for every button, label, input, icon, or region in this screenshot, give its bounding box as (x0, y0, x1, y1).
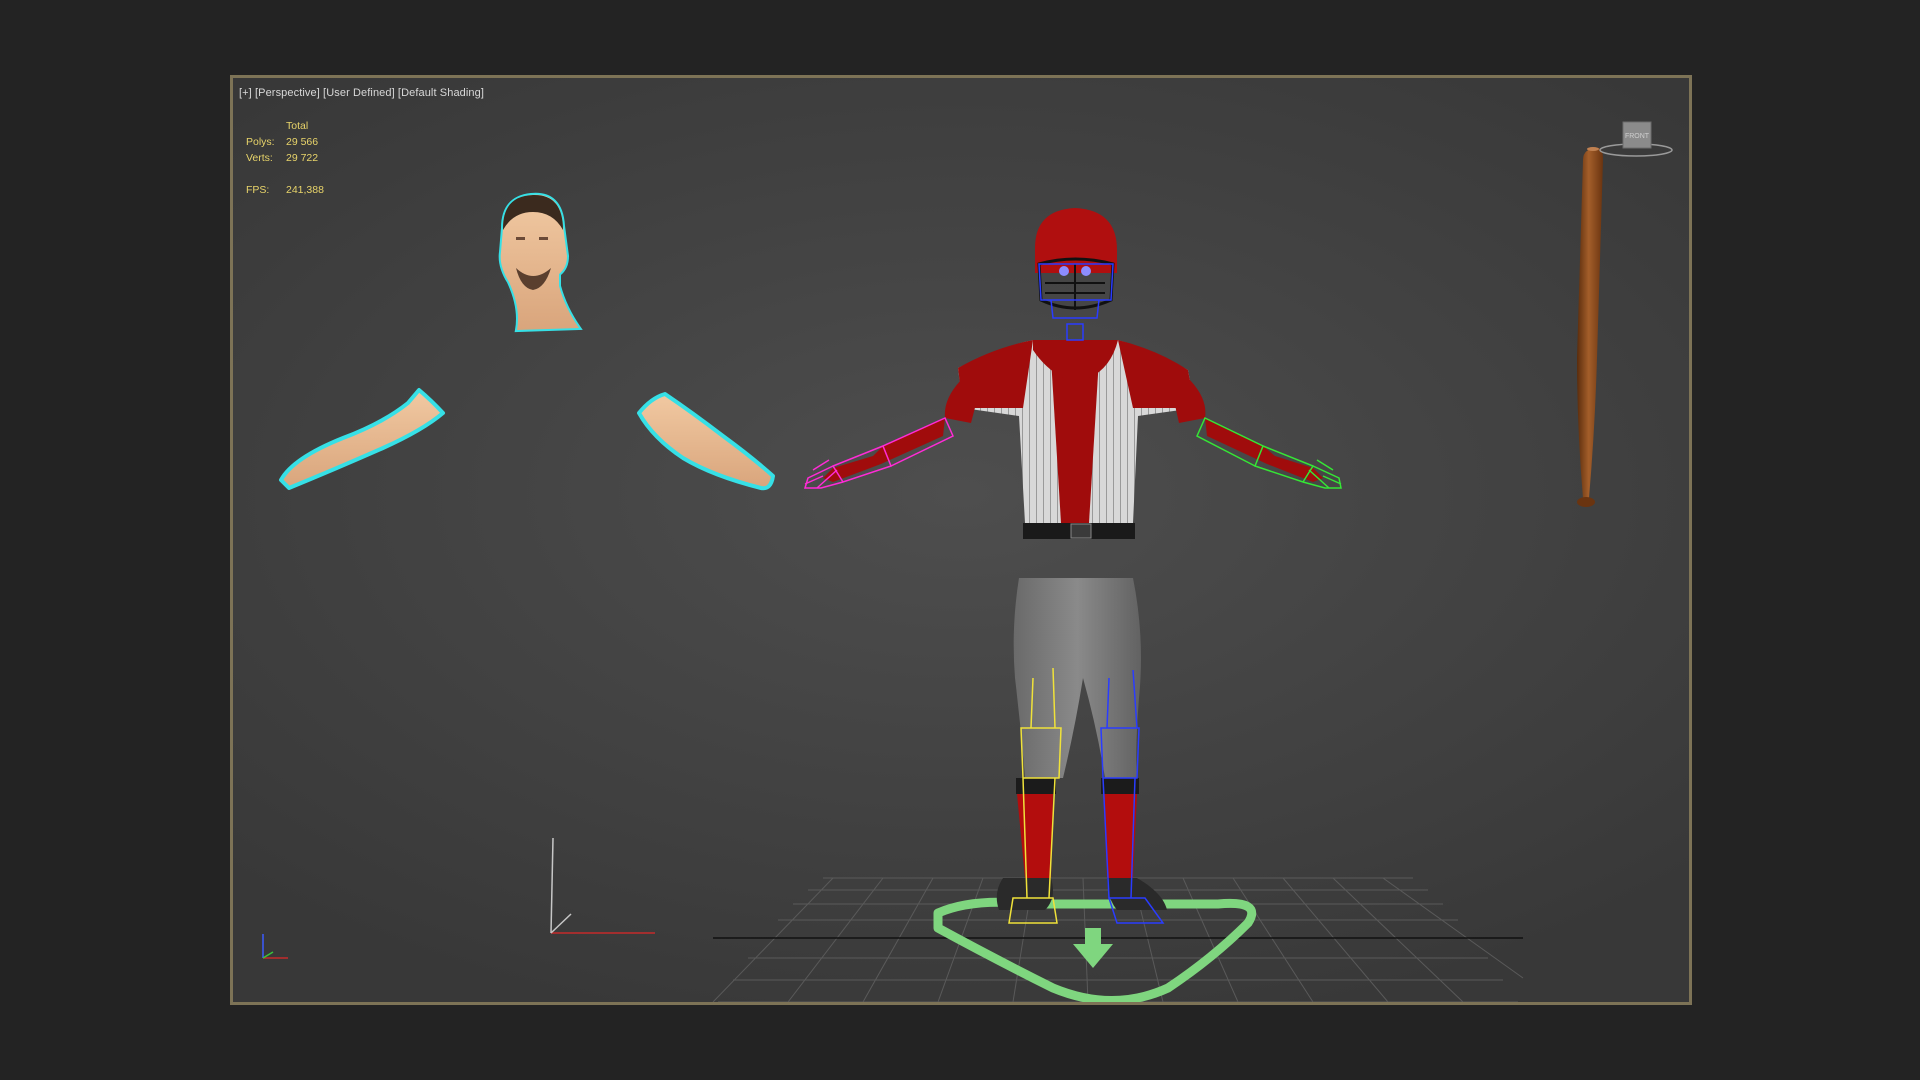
viewcube-icon[interactable]: FRONT (1599, 121, 1673, 157)
baseball-bat-mesh[interactable] (1577, 147, 1603, 507)
axis-tripod-icon (262, 934, 288, 959)
world-axis-icon (550, 837, 655, 934)
baseball-player-mesh[interactable] (823, 208, 1323, 910)
perspective-viewport[interactable]: [+] [Perspective] [User Defined] [Defaul… (230, 75, 1692, 1005)
head-mesh[interactable] (498, 192, 583, 333)
left-arm-mesh[interactable] (279, 388, 445, 490)
root-control[interactable] (933, 897, 1257, 1002)
right-arm-mesh[interactable] (637, 392, 775, 491)
scene-canvas[interactable]: FRONT (233, 78, 1689, 1002)
root-arrow-icon (1073, 928, 1113, 968)
viewcube-face-label: FRONT (1625, 133, 1650, 140)
